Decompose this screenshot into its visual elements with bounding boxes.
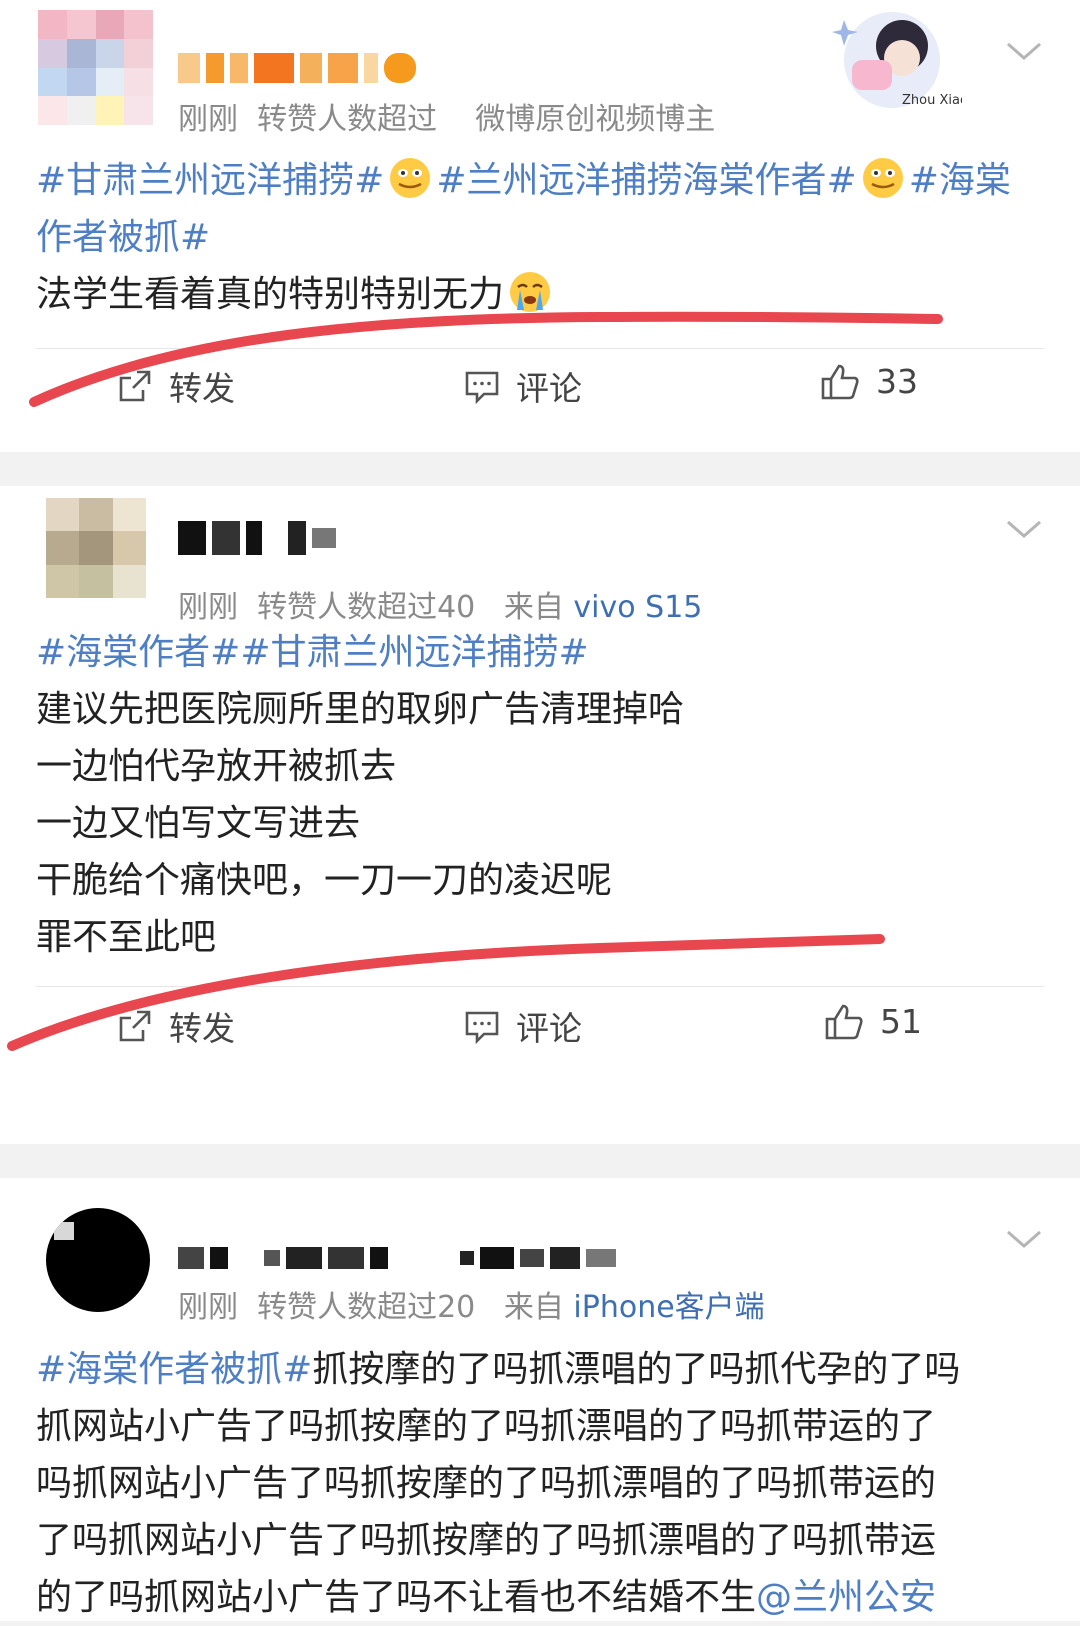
post-time: 刚刚 (178, 1290, 238, 1325)
post-actions: 转发 评论 33 (0, 362, 1080, 422)
post-body: #海棠作者被抓#抓按摩的了吗抓漂唱的了吗抓代孕的了吗 抓网站小广告了吗抓按摩的了… (36, 1341, 1046, 1626)
post-text-line: 了吗抓网站小广告了吗抓按摩的了吗抓漂唱的了吗抓带运 (36, 1520, 937, 1561)
like-count: 33 (876, 362, 918, 401)
post-actions: 转发 评论 51 (0, 1002, 1080, 1062)
post-text-line: 一边又怕写文写进去 (36, 803, 361, 844)
comment-icon (465, 1011, 499, 1044)
divider (36, 348, 1044, 349)
crying-emoji (510, 272, 551, 312)
comment-button[interactable]: 评论 (464, 1002, 582, 1050)
grimace-emoji (390, 158, 431, 198)
post-text-line: 建议先把医院厕所里的取卵广告清理掉哈 (36, 689, 685, 730)
comment-label: 评论 (516, 369, 582, 408)
like-button[interactable]: 33 (820, 362, 918, 401)
grimace-emoji (862, 158, 903, 198)
chevron-down-icon[interactable] (1004, 38, 1044, 66)
mention-link[interactable]: @兰州公安 (756, 1577, 936, 1618)
username-blurred[interactable] (178, 1238, 622, 1278)
like-button[interactable]: 51 (824, 1002, 922, 1041)
post-meta: 刚刚 转赞人数超过 微博原创视频博主 (178, 94, 715, 138)
avatar[interactable] (46, 1208, 150, 1312)
source-prefix: 来自 (503, 590, 564, 625)
post-text-line: 吗抓网站小广告了吗抓按摩的了吗抓漂唱的了吗抓带运的 (36, 1463, 937, 1504)
like-icon (825, 1004, 863, 1039)
post-text-line: 罪不至此吧 (36, 917, 217, 958)
post-text-line: 的了吗抓网站小广告了吗不让看也不结婚不生 (36, 1577, 757, 1618)
badge-text: Zhou Xiao (902, 93, 962, 108)
like-count: 51 (880, 1002, 922, 1041)
repost-button[interactable]: 转发 (117, 1002, 235, 1050)
comment-icon (465, 371, 499, 404)
avatar[interactable] (38, 10, 153, 125)
post-text-line: 抓按摩的了吗抓漂唱的了吗抓代孕的了吗 (312, 1349, 961, 1390)
post-meta: 刚刚 转赞人数超过40 来自 vivo S15 (178, 582, 702, 626)
post-text-line: 法学生看着真的特别特别无力 (36, 274, 505, 315)
comment-button[interactable]: 评论 (464, 362, 582, 410)
post-stats: 转赞人数超过40 (257, 590, 476, 625)
divider (36, 986, 1044, 987)
weibo-post-1: 刚刚 转赞人数超过 微博原创视频博主 Zhou Xiao #甘肃兰州远洋捕捞# #… (0, 0, 1080, 452)
repost-button[interactable]: 转发 (117, 362, 235, 410)
chevron-down-icon[interactable] (1004, 1226, 1044, 1254)
comment-label: 评论 (516, 1009, 582, 1048)
author-role: 微博原创视频博主 (475, 102, 716, 137)
weibo-post-3: 刚刚 转赞人数超过20 来自 iPhone客户端 #海棠作者被抓#抓按摩的了吗抓… (0, 1178, 1080, 1621)
username-blurred[interactable] (178, 48, 422, 88)
profile-badge: Zhou Xiao (832, 8, 968, 118)
repost-icon (119, 1010, 151, 1042)
weibo-post-2: 刚刚 转赞人数超过40 来自 vivo S15 #海棠作者##甘肃兰州远洋捕捞#… (0, 486, 1080, 1144)
post-stats: 转赞人数超过20 (257, 1290, 476, 1325)
post-text-line: 一边怕代孕放开被抓去 (36, 746, 397, 787)
hashtag[interactable]: #甘肃兰州远洋捕捞# (36, 160, 384, 201)
post-time: 刚刚 (178, 590, 238, 625)
repost-label: 转发 (169, 369, 235, 408)
post-text-line: 干脆给个痛快吧，一刀一刀的凌迟呢 (36, 860, 613, 901)
like-icon (821, 364, 859, 399)
post-body: #甘肃兰州远洋捕捞# #兰州远洋捕捞海棠作者# #海棠作者被抓# 法学生看着真的特别… (36, 152, 1046, 323)
post-source[interactable]: vivo S15 (573, 590, 702, 625)
post-source[interactable]: iPhone客户端 (573, 1290, 764, 1325)
repost-icon (119, 370, 151, 402)
avatar[interactable] (46, 498, 146, 598)
hashtag[interactable]: #海棠作者##甘肃兰州远洋捕捞# (36, 632, 589, 673)
hashtag[interactable]: #海棠作者被抓# (36, 1349, 312, 1390)
source-prefix: 来自 (503, 1290, 564, 1325)
post-stats: 转赞人数超过 (257, 102, 438, 137)
chevron-down-icon[interactable] (1004, 516, 1044, 544)
post-body: #海棠作者##甘肃兰州远洋捕捞# 建议先把医院厕所里的取卵广告清理掉哈 一边怕代… (36, 624, 1046, 966)
hashtag[interactable]: #兰州远洋捕捞海棠作者# (436, 160, 856, 201)
post-time: 刚刚 (178, 102, 238, 137)
post-meta: 刚刚 转赞人数超过20 来自 iPhone客户端 (178, 1282, 765, 1326)
post-text-line: 抓网站小广告了吗抓按摩的了吗抓漂唱的了吗抓带运的了 (36, 1406, 937, 1447)
repost-label: 转发 (169, 1009, 235, 1048)
username-blurred[interactable] (178, 518, 342, 558)
